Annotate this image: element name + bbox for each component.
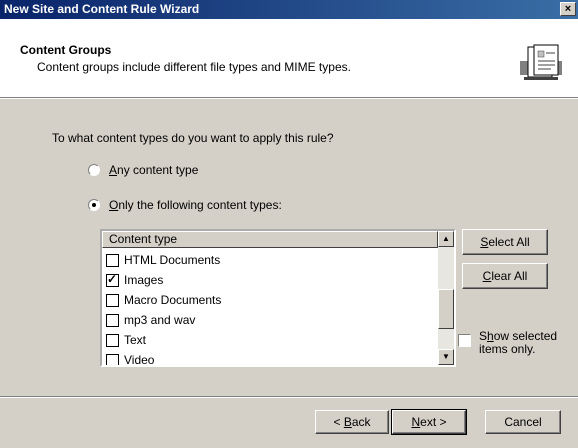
item-label: mp3 and wav [124,313,196,327]
scroll-up-button[interactable]: ▲ [438,231,454,247]
item-checkbox[interactable] [106,353,119,365]
item-checkbox[interactable] [106,333,119,347]
item-label: HTML Documents [124,253,221,267]
only-following-types-radio[interactable] [88,199,100,211]
select-all-button[interactable]: Select All [462,229,548,255]
page-title: Content Groups [20,43,112,57]
show-selected-option[interactable]: Show selected items only. [458,330,557,356]
only-following-types-option[interactable]: Only the following content types: [88,198,282,212]
question-label: To what content types do you want to app… [52,131,334,145]
item-checkbox[interactable] [106,293,119,307]
item-label: Images [124,273,164,287]
title-bar: New Site and Content Rule Wizard × [0,0,578,19]
scroll-thumb[interactable] [438,289,454,329]
list-item[interactable]: Images [106,270,438,290]
show-selected-label: Show selected items only. [479,329,558,356]
scroll-up-icon: ▲ [442,234,450,243]
page-subtitle: Content groups include different file ty… [37,60,351,74]
content-type-column-header[interactable]: Content type [102,231,438,248]
back-label: < Back [333,415,371,429]
wizard-header: Content Groups Content groups include di… [0,19,578,97]
item-label: Text [124,333,147,347]
vertical-scrollbar[interactable]: ▲ ▼ [438,231,454,365]
back-button[interactable]: < Back [315,410,389,434]
any-content-type-label: Any content type [109,163,199,177]
item-checkbox[interactable] [106,313,119,327]
list-item[interactable]: Text [106,330,438,350]
close-icon: × [564,3,572,15]
content-type-list-body: HTML Documents Images Macro Documents mp… [106,250,438,367]
next-label: Next > [411,415,447,429]
cancel-button[interactable]: Cancel [485,410,561,434]
only-following-types-label: Only the following content types: [109,198,282,212]
cancel-label: Cancel [504,415,542,429]
header-divider-highlight [0,98,578,99]
close-button[interactable]: × [560,2,576,16]
scroll-down-button[interactable]: ▼ [438,349,454,365]
select-all-label: Select All [480,235,530,249]
item-checkbox[interactable] [106,272,119,287]
scroll-down-icon: ▼ [442,352,450,361]
clear-all-button[interactable]: Clear All [462,263,548,289]
item-label: Macro Documents [124,293,222,307]
content-type-list[interactable]: Content type HTML Documents Images Macro… [100,229,456,367]
list-item[interactable]: HTML Documents [106,250,438,270]
clear-all-label: Clear All [482,269,528,283]
next-button[interactable]: Next > [391,409,467,435]
list-item[interactable]: Macro Documents [106,290,438,310]
show-selected-checkbox[interactable] [458,334,471,347]
list-item[interactable]: Video [106,350,438,367]
wizard-page-icon [520,44,562,80]
window-title: New Site and Content Rule Wizard [4,2,200,16]
footer-divider-highlight [0,397,578,398]
item-label: Video [124,353,155,367]
list-item[interactable]: mp3 and wav [106,310,438,330]
item-checkbox[interactable] [106,253,119,267]
any-content-type-option[interactable]: Any content type [88,163,198,177]
any-content-type-radio[interactable] [88,164,100,176]
